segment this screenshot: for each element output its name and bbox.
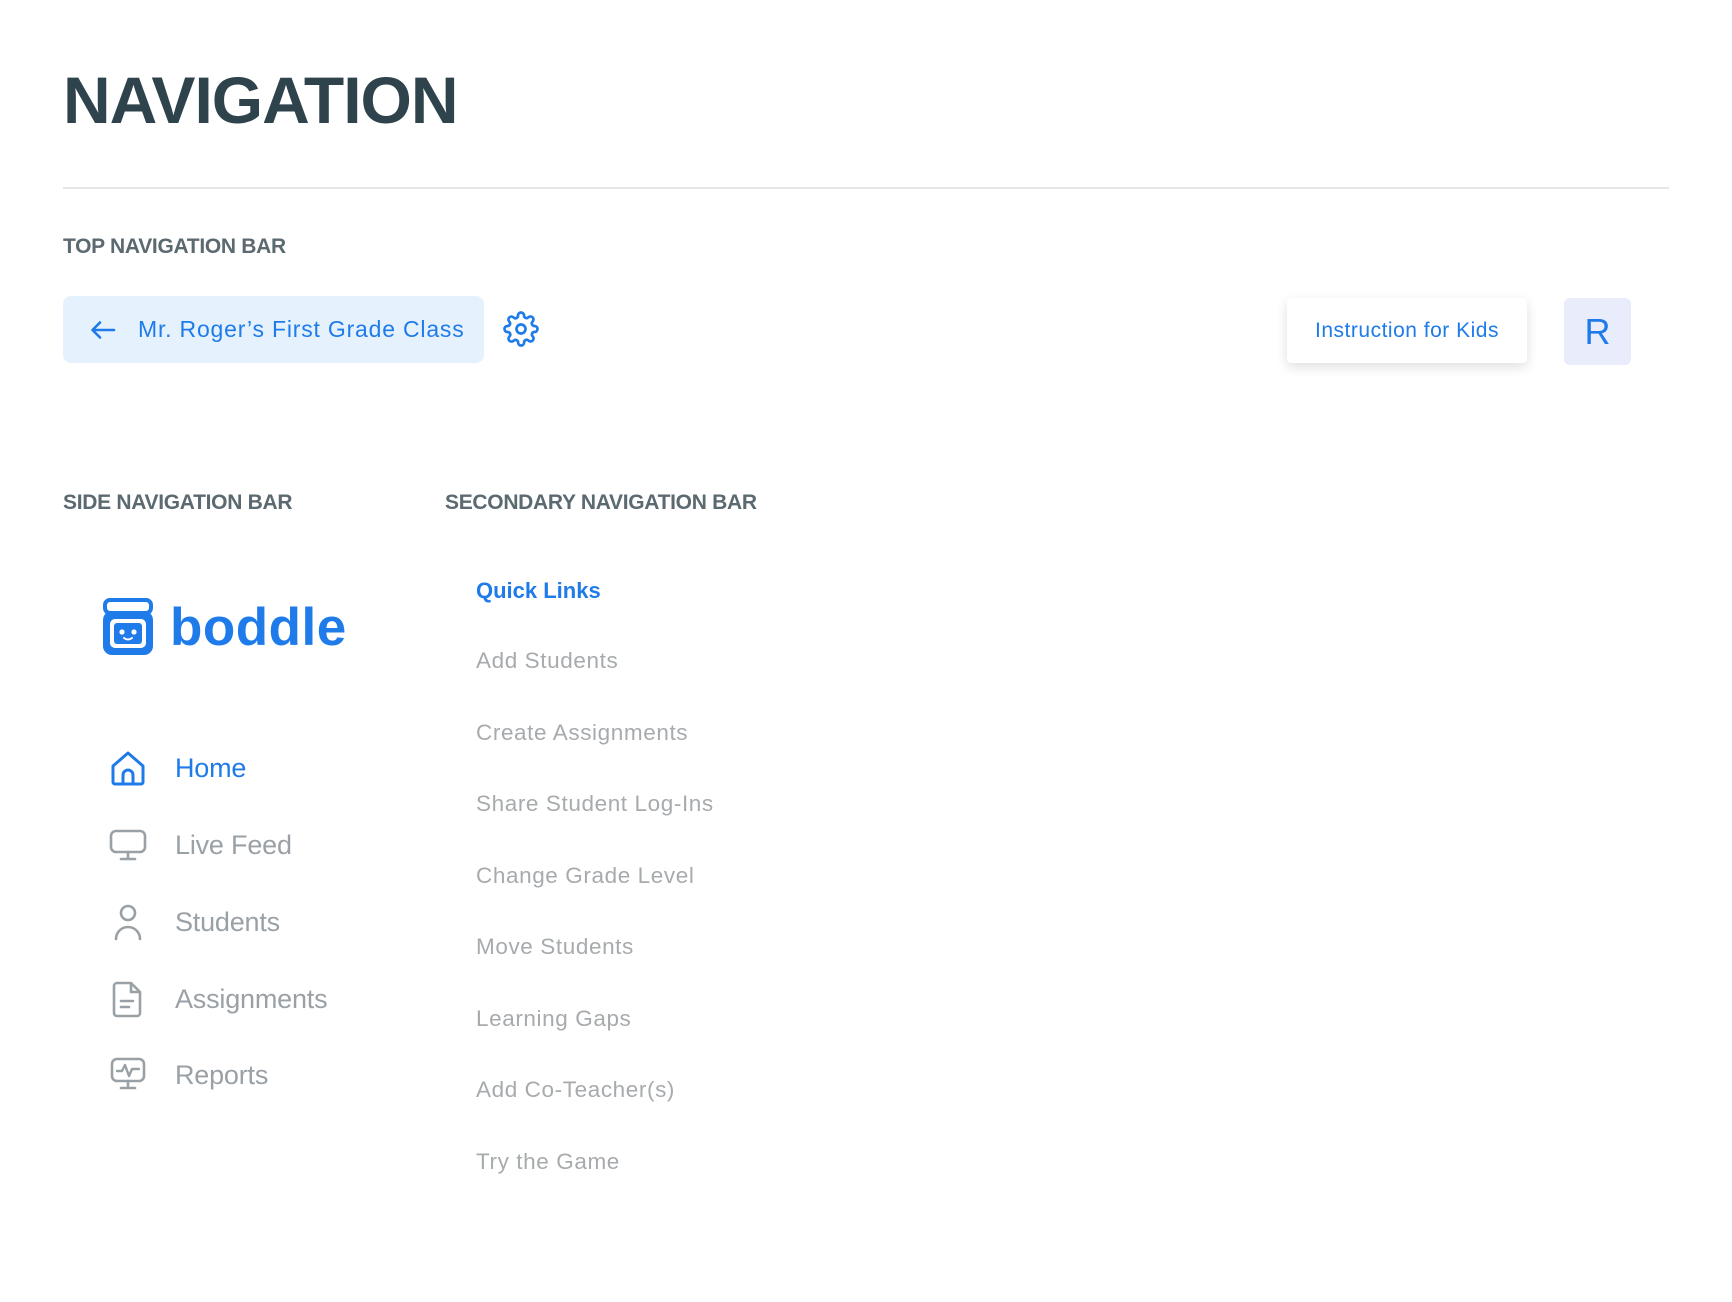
sidebar-item-assignments[interactable]: Assignments	[106, 977, 328, 1021]
sidebar-item-reports[interactable]: Reports	[106, 1053, 268, 1097]
quick-link-change-grade-level[interactable]: Change Grade Level	[476, 863, 694, 889]
home-icon	[106, 746, 150, 790]
boddle-logo[interactable]: boddle	[100, 598, 347, 658]
top-nav-section-label: TOP NAVIGATION BAR	[63, 235, 286, 258]
quick-links-heading: Quick Links	[476, 578, 601, 603]
sidebar-item-label: Live Feed	[175, 829, 292, 860]
title-divider	[63, 187, 1669, 189]
quick-link-add-students[interactable]: Add Students	[476, 648, 618, 674]
class-back-button[interactable]: Mr. Roger’s First Grade Class	[63, 296, 484, 363]
sidebar-item-label: Home	[175, 752, 247, 783]
side-nav-section-label: SIDE NAVIGATION BAR	[63, 491, 293, 514]
quick-link-learning-gaps[interactable]: Learning Gaps	[476, 1006, 631, 1032]
user-icon	[106, 900, 150, 944]
quick-link-share-student-log-ins[interactable]: Share Student Log-Ins	[476, 791, 714, 817]
document-icon	[106, 977, 150, 1021]
arrow-left-icon	[90, 320, 116, 340]
page-title: NAVIGATION	[63, 63, 459, 137]
pulse-monitor-icon	[106, 1053, 150, 1097]
instruction-for-kids-button[interactable]: Instruction for Kids	[1287, 298, 1527, 363]
quick-link-create-assignments[interactable]: Create Assignments	[476, 720, 688, 746]
avatar[interactable]: R	[1564, 298, 1631, 365]
quick-link-try-the-game[interactable]: Try the Game	[476, 1149, 620, 1175]
sidebar-item-home[interactable]: Home	[106, 746, 246, 790]
sidebar-item-label: Students	[175, 906, 280, 937]
monitor-icon	[106, 823, 150, 867]
sidebar-item-label: Reports	[175, 1059, 269, 1090]
sidebar-item-students[interactable]: Students	[106, 900, 280, 944]
quick-link-move-students[interactable]: Move Students	[476, 934, 634, 960]
boddle-logo-text: boddle	[170, 598, 347, 657]
quick-link-add-co-teachers[interactable]: Add Co-Teacher(s)	[476, 1077, 675, 1103]
sidebar-item-live-feed[interactable]: Live Feed	[106, 823, 292, 867]
class-name: Mr. Roger’s First Grade Class	[138, 316, 465, 342]
gear-icon[interactable]	[503, 311, 539, 347]
secondary-nav-section-label: SECONDARY NAVIGATION BAR	[445, 491, 757, 514]
sidebar-item-label: Assignments	[175, 983, 328, 1014]
boddle-logo-icon	[100, 598, 156, 658]
